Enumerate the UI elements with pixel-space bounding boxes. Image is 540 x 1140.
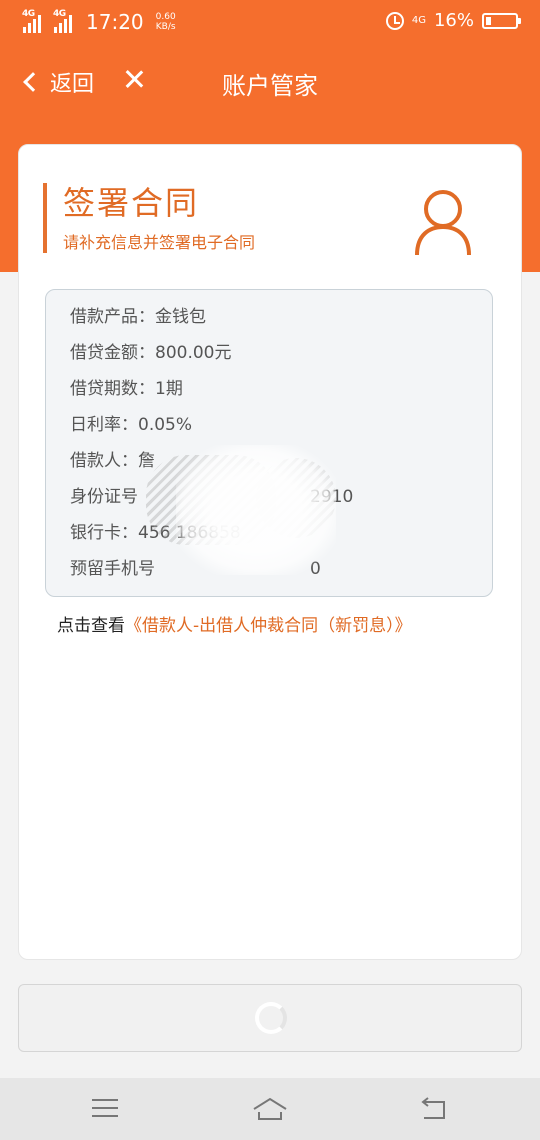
info-row-term: 借贷期数：1期: [70, 379, 183, 399]
battery-icon: [482, 12, 521, 29]
status-time: 17:20: [86, 10, 144, 34]
info-row-amount: 借贷金额：800.00元: [70, 343, 232, 363]
contract-link-row: 点击查看《借款人-出借人仲裁合同（新罚息）》: [57, 611, 412, 636]
battery-percent: 16%: [433, 10, 474, 31]
page-title: 账户管家: [222, 72, 318, 100]
contract-card: 签署合同 请补充信息并签署电子合同 借款产品：金钱包 借贷金额：800.00元 …: [18, 144, 522, 960]
signal-icon: 4G: [53, 9, 72, 33]
submit-button[interactable]: [18, 984, 522, 1052]
network-type: 4G: [411, 14, 426, 26]
signal-icon: 4G: [22, 9, 41, 33]
info-row-daily-rate: 日利率：0.05%: [70, 415, 193, 435]
redaction-mark: [176, 445, 336, 575]
status-bar: 4G 4G 17:20 0.60 KB/s 4G 16%: [0, 0, 540, 44]
loading-spinner-icon: [255, 1002, 287, 1034]
card-subtitle: 请补充信息并签署电子合同: [63, 233, 256, 252]
home-icon[interactable]: [252, 1096, 288, 1122]
loan-info-box: 借款产品：金钱包 借贷金额：800.00元 借贷期数：1期 日利率：0.05% …: [45, 289, 493, 597]
sim2-label: 4G: [53, 9, 66, 19]
alarm-icon: [385, 11, 404, 30]
speed-value: 0.60: [155, 12, 176, 22]
speed-unit: KB/s: [155, 22, 176, 32]
card-title: 签署合同: [63, 184, 200, 222]
nav-bar: 返回 账户管家: [0, 52, 540, 112]
card-header: 签署合同 请补充信息并签署电子合同: [43, 183, 255, 253]
menu-icon[interactable]: [92, 1096, 120, 1120]
system-nav-bar: [0, 1078, 540, 1140]
info-row-product: 借款产品：金钱包: [70, 307, 206, 327]
contract-link-prefix: 点击查看: [57, 616, 125, 636]
user-icon: [415, 190, 471, 256]
contract-link[interactable]: 《借款人-出借人仲裁合同（新罚息）》: [125, 616, 412, 636]
network-speed: 0.60 KB/s: [156, 12, 176, 32]
sim1-label: 4G: [22, 9, 35, 19]
back-nav-icon[interactable]: [420, 1096, 450, 1122]
